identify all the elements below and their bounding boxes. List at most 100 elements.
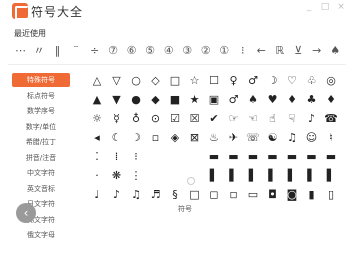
symbol-cell[interactable]: ♪ bbox=[303, 110, 321, 128]
sidebar-item[interactable]: 数学序号 bbox=[12, 104, 70, 118]
symbol-cell[interactable]: ▌ bbox=[322, 167, 340, 185]
symbol-cell[interactable]: ❋ bbox=[108, 167, 126, 185]
recent-symbol[interactable]: ① bbox=[216, 42, 233, 60]
symbol-cell[interactable]: ▣ bbox=[205, 91, 223, 109]
symbol-cell[interactable] bbox=[264, 205, 282, 223]
symbol-cell[interactable]: ▌ bbox=[225, 167, 243, 185]
symbol-cell[interactable] bbox=[225, 205, 243, 223]
recent-symbol[interactable]: ¨ bbox=[68, 42, 85, 60]
symbol-cell[interactable]: · bbox=[88, 167, 106, 185]
symbol-cell[interactable]: ★ bbox=[186, 91, 204, 109]
symbol-cell[interactable]: ● bbox=[127, 91, 145, 109]
symbol-cell[interactable]: ⊙ bbox=[147, 110, 165, 128]
symbol-cell[interactable]: ▬ bbox=[205, 148, 223, 166]
recent-symbol[interactable]: ℝ bbox=[271, 42, 288, 60]
symbol-cell[interactable]: ☾ bbox=[108, 129, 126, 147]
symbol-cell[interactable]: ☎ bbox=[322, 110, 340, 128]
symbol-cell[interactable]: ▮ bbox=[303, 186, 321, 204]
symbol-cell[interactable]: ▯ bbox=[322, 186, 340, 204]
symbol-cell[interactable]: ▌ bbox=[205, 167, 223, 185]
symbol-cell[interactable]: ▌ bbox=[303, 167, 321, 185]
symbol-cell[interactable]: ☺ bbox=[303, 129, 321, 147]
symbol-cell[interactable]: ♫ bbox=[283, 129, 301, 147]
symbol-cell[interactable]: ♡ bbox=[283, 72, 301, 90]
symbol-cell[interactable]: ♩ bbox=[88, 186, 106, 204]
symbol-cell[interactable]: ⊠ bbox=[186, 129, 204, 147]
symbol-cell[interactable]: ☆ bbox=[186, 72, 204, 90]
symbol-cell[interactable]: ▌ bbox=[264, 167, 282, 185]
sidebar-item[interactable]: 俄文字母 bbox=[12, 228, 70, 242]
symbol-cell[interactable]: ◙ bbox=[283, 186, 301, 204]
symbol-cell[interactable]: ▼ bbox=[108, 91, 126, 109]
symbol-cell[interactable] bbox=[127, 205, 145, 223]
recent-symbol[interactable]: ⑥ bbox=[123, 42, 140, 60]
symbol-cell[interactable]: ▲ bbox=[88, 91, 106, 109]
symbol-cell[interactable]: ○ bbox=[127, 72, 145, 90]
recent-symbol[interactable]: ‖ bbox=[49, 42, 66, 60]
symbol-cell[interactable]: ♁ bbox=[127, 110, 145, 128]
symbol-cell[interactable]: ▬ bbox=[283, 148, 301, 166]
symbol-cell[interactable]: ♥ bbox=[264, 91, 282, 109]
sidebar-item[interactable]: 英文音标 bbox=[12, 182, 70, 196]
symbol-cell[interactable]: ♨ bbox=[205, 129, 223, 147]
symbol-cell[interactable]: ◇ bbox=[147, 72, 165, 90]
back-button[interactable]: ‹ bbox=[16, 203, 36, 223]
recent-symbol[interactable]: ⊻ bbox=[290, 42, 307, 60]
symbol-cell[interactable]: ✔ bbox=[205, 110, 223, 128]
symbol-cell[interactable] bbox=[166, 148, 184, 166]
close-button[interactable]: × bbox=[336, 2, 346, 12]
symbol-cell[interactable]: ♬ bbox=[147, 186, 165, 204]
symbol-cell[interactable]: ▭ bbox=[244, 186, 262, 204]
recent-symbol[interactable]: ⑤ bbox=[142, 42, 159, 60]
symbol-cell[interactable] bbox=[166, 167, 184, 185]
sidebar-item[interactable]: 希腊/拉丁 bbox=[12, 135, 70, 149]
symbol-cell[interactable]: ✈ bbox=[225, 129, 243, 147]
symbol-cell[interactable]: ☏ bbox=[244, 129, 262, 147]
symbol-cell[interactable]: ◂ bbox=[88, 129, 106, 147]
symbol-cell[interactable] bbox=[205, 205, 223, 223]
symbol-cell[interactable]: □ bbox=[166, 72, 184, 90]
symbol-cell[interactable] bbox=[147, 205, 165, 223]
sidebar-item[interactable]: 拼音/注音 bbox=[12, 151, 70, 165]
sidebar-item[interactable]: 特殊符号 bbox=[12, 73, 70, 87]
symbol-cell[interactable]: ☜ bbox=[244, 110, 262, 128]
symbol-cell[interactable]: ▌ bbox=[244, 167, 262, 185]
symbol-cell[interactable]: △ bbox=[88, 72, 106, 90]
symbol-cell[interactable]: ♂ bbox=[244, 72, 262, 90]
symbol-cell[interactable]: ◽ bbox=[225, 186, 243, 204]
symbol-cell[interactable]: ▬ bbox=[225, 148, 243, 166]
symbol-cell[interactable] bbox=[303, 205, 321, 223]
symbol-cell[interactable]: ◆ bbox=[147, 91, 165, 109]
symbol-cell[interactable]: ▫ bbox=[147, 129, 165, 147]
symbol-cell[interactable]: ▬ bbox=[264, 148, 282, 166]
symbol-cell[interactable]: ☼ bbox=[88, 110, 106, 128]
recent-symbol[interactable]: ♠ bbox=[327, 42, 344, 60]
symbol-cell[interactable]: ☒ bbox=[186, 110, 204, 128]
symbol-cell[interactable]: ♫ bbox=[127, 186, 145, 204]
sidebar-item[interactable]: 数字/单位 bbox=[12, 120, 70, 134]
symbol-cell[interactable]: ◘ bbox=[264, 186, 282, 204]
symbol-cell[interactable]: ⁞ bbox=[108, 148, 126, 166]
symbol-cell[interactable]: ☞ bbox=[225, 110, 243, 128]
symbol-cell[interactable]: ☐ bbox=[205, 72, 223, 90]
symbol-cell[interactable]: ▌ bbox=[283, 167, 301, 185]
symbol-cell[interactable]: ⋮ bbox=[127, 167, 145, 185]
symbol-cell[interactable]: ◈ bbox=[166, 129, 184, 147]
recent-symbol[interactable]: ← bbox=[253, 42, 270, 60]
symbol-cell[interactable]: ♠ bbox=[244, 91, 262, 109]
symbol-cell[interactable]: ☟ bbox=[283, 110, 301, 128]
symbol-cell[interactable]: ♧ bbox=[303, 72, 321, 90]
symbol-cell[interactable]: ♂ bbox=[225, 91, 243, 109]
symbol-cell[interactable]: ☝ bbox=[264, 110, 282, 128]
maximize-button[interactable]: □ bbox=[320, 2, 330, 12]
symbol-cell[interactable] bbox=[108, 205, 126, 223]
symbol-cell[interactable] bbox=[147, 148, 165, 166]
recent-symbol[interactable]: ⁝ bbox=[234, 42, 251, 60]
symbol-cell[interactable] bbox=[283, 205, 301, 223]
recent-symbol[interactable]: ⋯ bbox=[12, 42, 29, 60]
symbol-cell[interactable] bbox=[186, 148, 204, 166]
symbol-cell[interactable] bbox=[147, 167, 165, 185]
symbol-cell[interactable]: ☯ bbox=[264, 129, 282, 147]
symbol-cell[interactable] bbox=[244, 205, 262, 223]
symbol-cell[interactable]: § bbox=[166, 186, 184, 204]
